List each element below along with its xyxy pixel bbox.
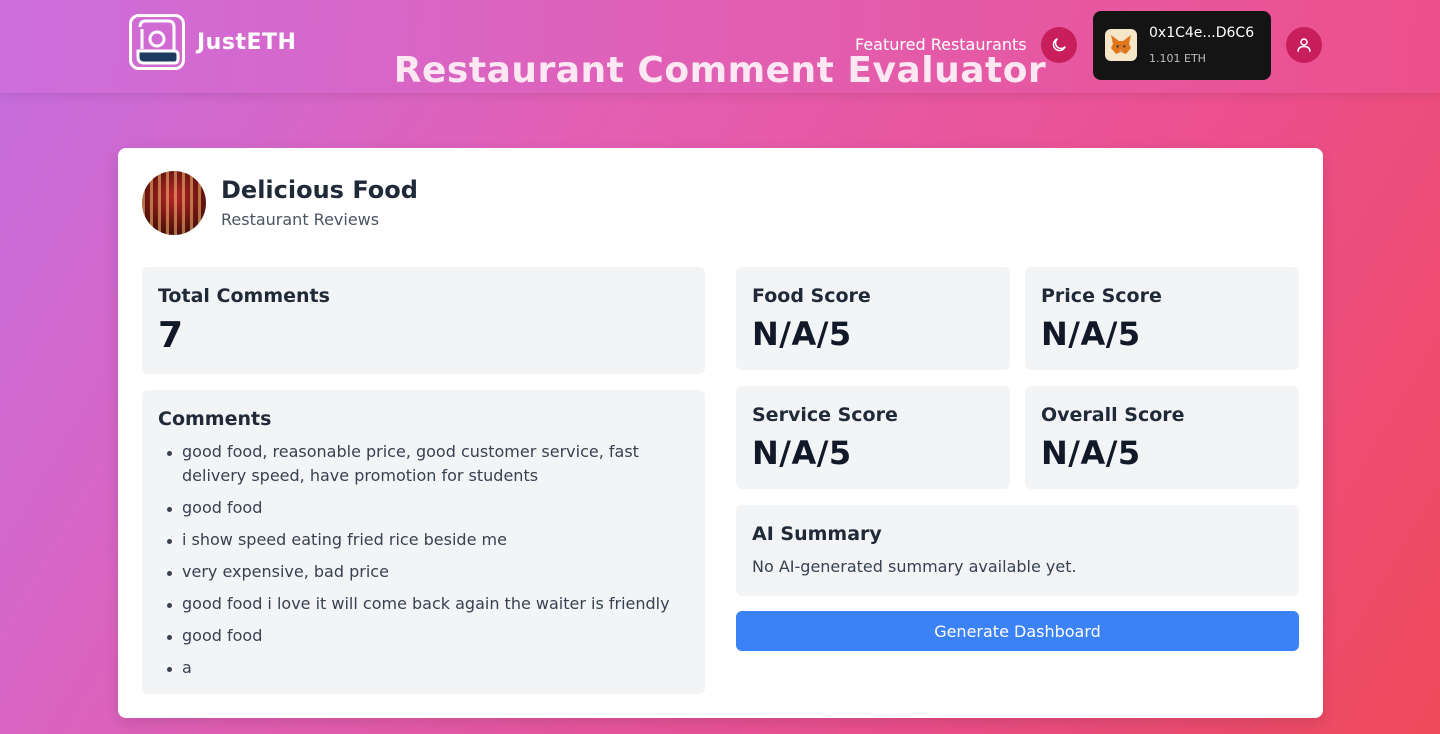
comments-title: Comments — [158, 408, 272, 430]
restaurant-subtitle: Restaurant Reviews — [221, 210, 380, 229]
list-item: a — [162, 656, 682, 680]
service-score-value: N/A/5 — [752, 434, 852, 472]
total-comments-value: 7 — [158, 315, 184, 356]
food-score-label: Food Score — [752, 285, 871, 307]
generate-dashboard-button[interactable]: Generate Dashboard — [736, 611, 1299, 651]
comments-panel: Comments good food, reasonable price, go… — [142, 390, 705, 694]
restaurant-name: Delicious Food — [221, 176, 418, 204]
price-score-panel: Price Score N/A/5 — [1025, 267, 1299, 370]
price-score-label: Price Score — [1041, 285, 1162, 307]
ai-summary-text: No AI-generated summary available yet. — [752, 557, 1077, 576]
price-score-value: N/A/5 — [1041, 315, 1141, 353]
wallet-address: 0x1C4e...D6C6 — [1149, 25, 1255, 41]
overall-score-value: N/A/5 — [1041, 434, 1141, 472]
list-item: i show speed eating fried rice beside me — [162, 528, 682, 552]
list-item: very expensive, bad price — [162, 560, 682, 584]
page-title: Restaurant Comment Evaluator — [393, 50, 1047, 91]
total-comments-label: Total Comments — [158, 285, 330, 307]
list-item: good food, reasonable price, good custom… — [162, 440, 682, 488]
comments-list: good food, reasonable price, good custom… — [162, 440, 682, 688]
overall-score-label: Overall Score — [1041, 404, 1185, 426]
total-comments-panel: Total Comments 7 — [142, 267, 705, 374]
restaurant-avatar — [142, 171, 206, 235]
service-score-label: Service Score — [752, 404, 898, 426]
food-score-panel: Food Score N/A/5 — [736, 267, 1010, 370]
food-score-value: N/A/5 — [752, 315, 852, 353]
restaurant-card: Delicious Food Restaurant Reviews Total … — [118, 148, 1323, 718]
ai-summary-title: AI Summary — [752, 523, 882, 545]
overall-score-panel: Overall Score N/A/5 — [1025, 386, 1299, 489]
list-item: good food — [162, 624, 682, 648]
list-item: good food i love it will come back again… — [162, 592, 682, 616]
service-score-panel: Service Score N/A/5 — [736, 386, 1010, 489]
ai-summary-panel: AI Summary No AI-generated summary avail… — [736, 505, 1299, 596]
list-item: good food — [162, 496, 682, 520]
